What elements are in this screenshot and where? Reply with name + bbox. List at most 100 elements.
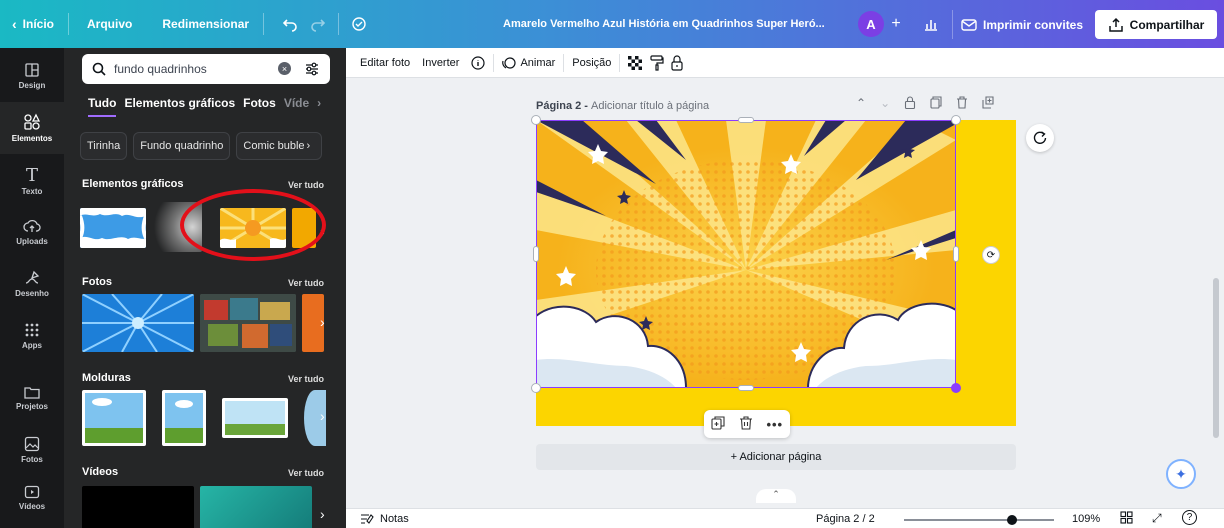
see-all-photos[interactable]: Ver tudo — [288, 278, 324, 288]
tab-graphics[interactable]: Elementos gráficos — [124, 96, 235, 117]
resize-button[interactable]: Redimensionar — [162, 0, 249, 48]
zoom-slider-knob[interactable] — [1007, 515, 1017, 525]
photo-thumb-comics-pile[interactable] — [200, 294, 296, 352]
rail-item-text[interactable]: T Texto — [0, 154, 64, 206]
animate-button[interactable]: Animar — [496, 48, 561, 78]
chip-fundo-quadrinho[interactable]: Fundo quadrinho — [133, 132, 231, 160]
delete-icon[interactable] — [739, 415, 753, 433]
search-value: fundo quadrinhos — [114, 62, 207, 76]
see-all-frames[interactable]: Ver tudo — [288, 374, 324, 384]
paint-roller-icon[interactable] — [648, 48, 666, 78]
zoom-level[interactable]: 109% — [1072, 513, 1100, 525]
transparency-icon[interactable] — [622, 48, 648, 78]
redo-icon[interactable] — [304, 10, 332, 38]
tab-photos[interactable]: Fotos — [243, 96, 276, 117]
envelope-icon — [961, 18, 977, 31]
rail-item-uploads[interactable]: Uploads — [0, 206, 64, 258]
chip-tirinha[interactable]: Tirinha — [80, 132, 128, 160]
highlight-circle — [180, 189, 326, 261]
expand-pages-icon[interactable]: ⌃ — [756, 489, 796, 503]
context-toolbar: Editar foto Inverter Animar Posição — [346, 48, 1224, 78]
fullscreen-icon[interactable]: ⤢ — [1152, 511, 1162, 526]
add-collaborator-icon[interactable]: + — [883, 11, 909, 37]
analytics-icon[interactable] — [918, 11, 944, 37]
resize-handle-top-left[interactable] — [531, 115, 541, 125]
lock-icon[interactable] — [666, 48, 688, 78]
chevron-right-icon[interactable]: › — [320, 314, 325, 330]
chevron-right-icon[interactable]: › — [317, 96, 321, 117]
rail-item-apps[interactable]: Apps — [0, 310, 64, 362]
help-icon[interactable]: ? — [1182, 510, 1197, 525]
video-thumb-1[interactable] — [82, 486, 194, 528]
page-actions: ⌃ ⌄ — [856, 96, 994, 112]
video-thumb-2[interactable] — [200, 486, 312, 528]
add-page-button[interactable]: + Adicionar página — [536, 444, 1016, 470]
see-all-graphics[interactable]: Ver tudo — [288, 180, 324, 190]
resize-handle-top[interactable] — [738, 117, 754, 123]
resize-handle-bottom-left[interactable] — [531, 383, 541, 393]
rail-item-photos[interactable]: Fotos — [0, 424, 64, 476]
vertical-scrollbar[interactable] — [1208, 78, 1224, 508]
rail-item-draw[interactable]: Desenho — [0, 258, 64, 310]
duplicate-page-icon[interactable] — [930, 96, 942, 112]
frame-thumb-2[interactable] — [162, 390, 206, 446]
resize-handle-left[interactable] — [533, 246, 539, 262]
chevron-down-icon[interactable]: ⌄ — [880, 96, 890, 112]
clear-search-icon[interactable]: × — [278, 62, 291, 75]
left-rail: Design Elementos T Texto Uploads Desenho… — [0, 48, 64, 528]
frame-thumb-3[interactable] — [222, 398, 288, 438]
share-button[interactable]: Compartilhar — [1095, 10, 1217, 39]
notes-button[interactable]: Notas — [360, 513, 409, 525]
zoom-slider[interactable] — [904, 515, 1054, 525]
undo-icon[interactable] — [276, 10, 304, 38]
rail-item-elements[interactable]: Elementos — [0, 102, 64, 154]
info-icon[interactable] — [465, 48, 491, 78]
resize-handle-bottom-right[interactable] — [951, 383, 961, 393]
page-indicator[interactable]: Página 2 / 2 — [816, 513, 875, 525]
avatar[interactable]: A — [858, 11, 884, 37]
print-invitations-button[interactable]: Imprimir convites — [952, 10, 1083, 39]
file-menu-button[interactable]: Arquivo — [87, 0, 132, 48]
section-title-videos: Vídeos — [82, 466, 119, 478]
scrollbar-thumb[interactable] — [1213, 278, 1219, 438]
filter-icon[interactable] — [304, 61, 320, 77]
resize-handle-top-right[interactable] — [951, 115, 961, 125]
rail-item-projects[interactable]: Projetos — [0, 372, 64, 424]
delete-page-icon[interactable] — [956, 96, 968, 112]
document-title[interactable]: Amarelo Vermelho Azul História em Quadri… — [503, 0, 825, 48]
flip-button[interactable]: Inverter — [416, 48, 465, 78]
refresh-suggestions-icon[interactable] — [1026, 124, 1054, 152]
chevron-right-icon: › — [306, 140, 311, 152]
chip-comic-buble[interactable]: Comic buble › — [236, 132, 323, 160]
page-title-hint: Adicionar título à página — [591, 100, 710, 112]
grid-view-icon[interactable] — [1120, 511, 1133, 527]
tab-videos[interactable]: Víde — [284, 96, 309, 117]
chevron-right-icon[interactable]: › — [320, 506, 325, 522]
lock-page-icon[interactable] — [904, 96, 916, 112]
tab-all[interactable]: Tudo — [88, 96, 117, 117]
magic-sparkle-icon[interactable]: ✦ — [1166, 459, 1196, 489]
folder-icon — [24, 387, 40, 399]
resize-handle-bottom[interactable] — [738, 385, 754, 391]
chevron-right-icon[interactable]: › — [320, 408, 325, 424]
see-all-videos[interactable]: Ver tudo — [288, 468, 324, 478]
more-options-icon[interactable]: ••• — [766, 417, 783, 432]
position-button[interactable]: Posição — [566, 48, 617, 78]
resize-handle-right[interactable] — [953, 246, 959, 262]
footer-bar: Notas ⌃ Página 2 / 2 109% ⤢ ? — [346, 489, 1224, 528]
rotate-handle-icon[interactable]: ⟳ — [982, 246, 1000, 264]
page-title-bar[interactable]: Página 2 - Adicionar título à página — [536, 100, 709, 112]
back-home-button[interactable]: ‹ Início — [12, 0, 54, 48]
duplicate-icon[interactable] — [711, 415, 725, 433]
graphic-thumb-clouds-frame[interactable] — [80, 208, 146, 248]
search-input[interactable]: fundo quadrinhos × — [82, 54, 330, 84]
cloud-saved-icon[interactable] — [345, 10, 373, 38]
add-page-icon[interactable] — [982, 96, 994, 112]
divider — [68, 13, 70, 35]
rail-item-videos[interactable]: Vídeos — [0, 472, 64, 524]
chevron-up-icon[interactable]: ⌃ — [856, 96, 866, 112]
frame-thumb-1[interactable] — [82, 390, 146, 446]
edit-photo-button[interactable]: Editar foto — [354, 48, 416, 78]
rail-item-design[interactable]: Design — [0, 50, 64, 102]
photo-thumb-blue-burst[interactable] — [82, 294, 194, 352]
